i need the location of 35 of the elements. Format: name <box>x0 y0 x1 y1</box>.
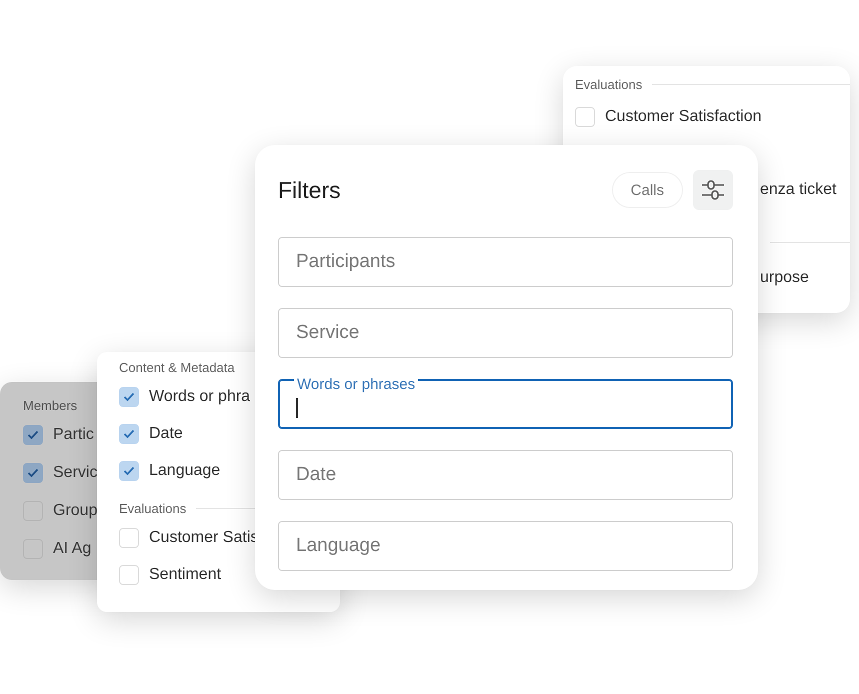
checkmark-icon <box>123 428 135 438</box>
option-label: urpose <box>760 269 809 288</box>
checkbox-label: AI Ag <box>53 540 92 558</box>
checkbox-label: Partic <box>53 426 94 444</box>
checkbox[interactable] <box>119 460 139 480</box>
section-title: Evaluations <box>575 76 642 92</box>
checkbox-label: Language <box>149 462 220 480</box>
checkmark-icon <box>123 392 135 402</box>
text-field[interactable]: Date <box>278 450 733 500</box>
text-field[interactable]: Participants <box>278 237 733 287</box>
checkbox[interactable] <box>119 386 139 406</box>
checkbox-label: Sentiment <box>149 566 222 584</box>
panel-title: Filters <box>278 176 341 204</box>
section-title: Content & Metadata <box>119 360 235 374</box>
section-title: Evaluations <box>119 500 186 516</box>
sliders-icon <box>701 179 725 201</box>
checkbox-label: Group <box>53 502 98 520</box>
checkmark-icon <box>123 466 135 476</box>
checkmark-icon <box>27 430 39 440</box>
checkbox-label: Date <box>149 424 183 442</box>
checkbox-label: Customer Satisfaction <box>605 108 762 126</box>
calls-chip[interactable]: Calls <box>612 172 683 208</box>
option-label: enza ticket <box>760 181 836 200</box>
checkbox[interactable] <box>23 425 43 445</box>
section-title: Members <box>23 398 78 412</box>
checkbox[interactable] <box>23 463 43 483</box>
checkbox[interactable] <box>119 424 139 444</box>
text-field[interactable]: Service <box>278 308 733 358</box>
checkmark-icon <box>27 468 39 478</box>
text-field[interactable]: Language <box>278 521 733 571</box>
checkbox-label: Words or phra <box>149 388 250 406</box>
text-cursor <box>296 398 298 418</box>
text-field[interactable]: Words or phrases <box>278 379 733 429</box>
checkbox-label: Servic <box>53 464 98 482</box>
filter-settings-button[interactable] <box>693 170 733 210</box>
